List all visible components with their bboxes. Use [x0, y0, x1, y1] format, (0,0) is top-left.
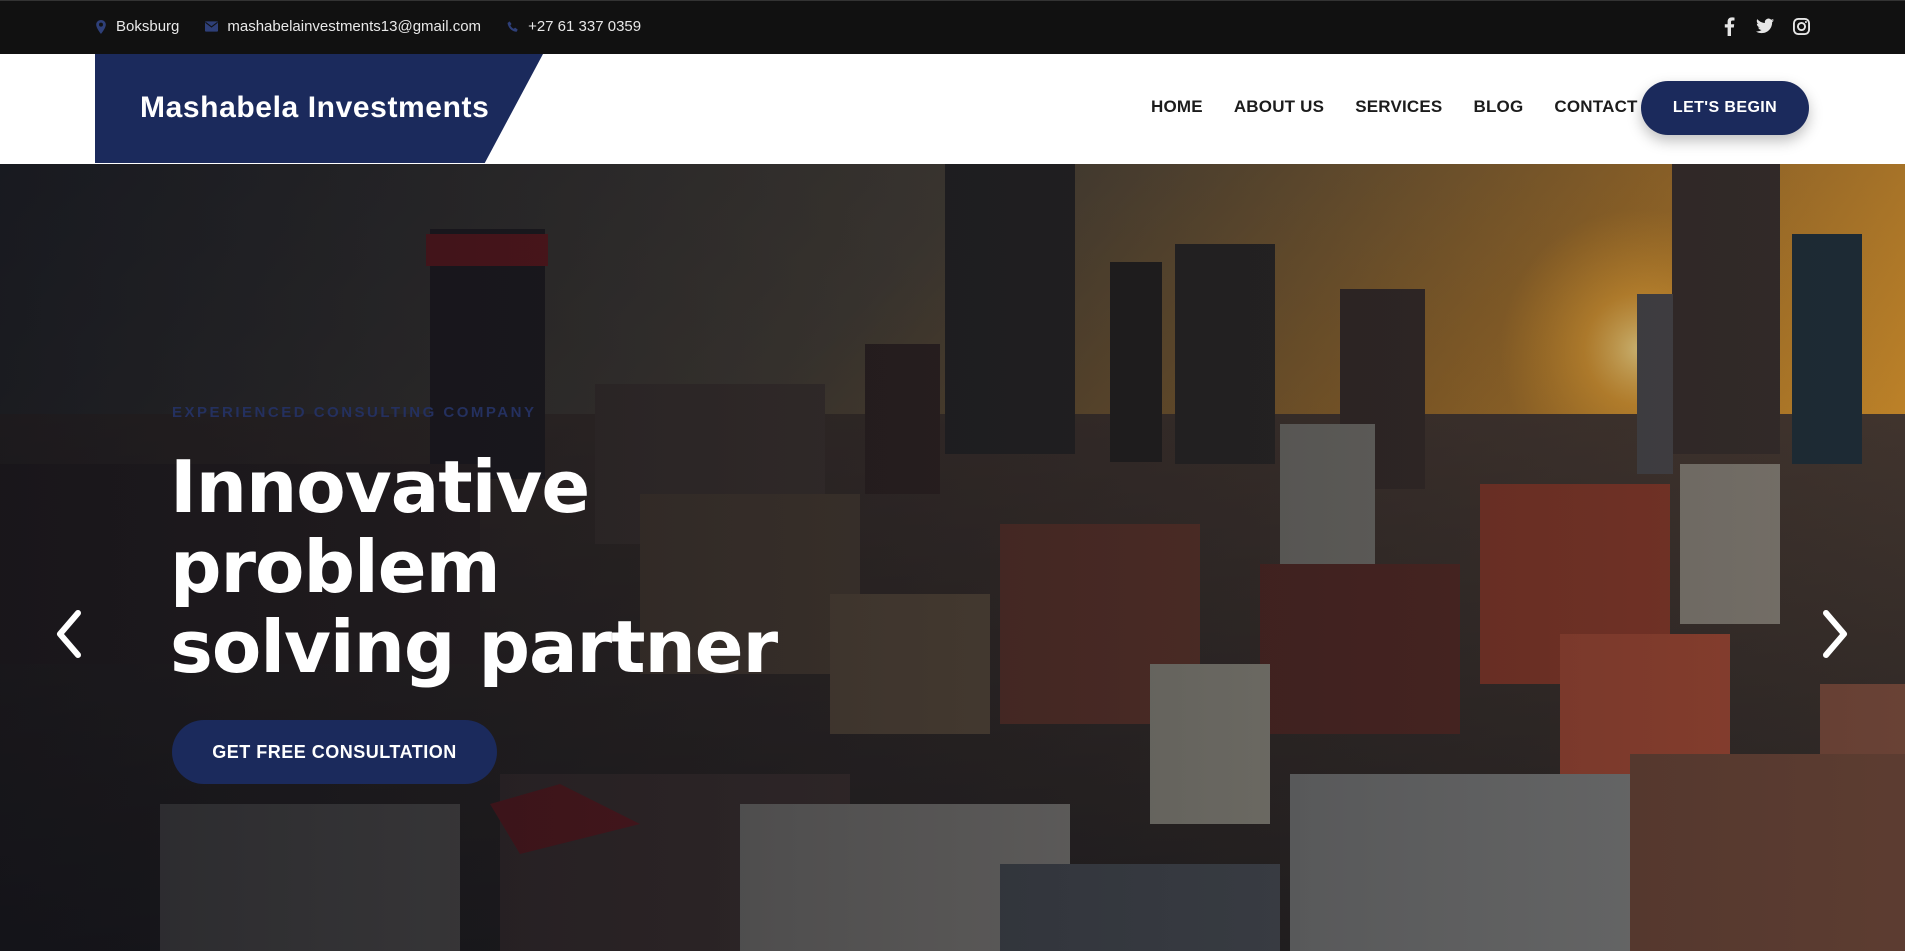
main-navbar: Mashabela Investments HOME ABOUT US SERV… [0, 54, 1905, 164]
hero-eyebrow: EXPERIENCED CONSULTING COMPANY [172, 404, 537, 421]
free-consultation-button[interactable]: GET FREE CONSULTATION [172, 720, 497, 784]
hero-headline: Innovative problem solving partner [170, 447, 810, 687]
nav-blog[interactable]: BLOG [1473, 97, 1523, 117]
facebook-icon[interactable] [1720, 16, 1738, 36]
phone-icon [507, 20, 518, 32]
location-text: Boksburg [116, 18, 180, 35]
social-links [1720, 16, 1810, 36]
nav-contact[interactable]: CONTACT [1554, 97, 1637, 117]
headline-line-3: solving partner [170, 605, 778, 689]
map-pin-icon [96, 19, 106, 34]
brand-name[interactable]: Mashabela Investments [140, 91, 489, 125]
envelope-icon [205, 21, 219, 32]
hero-slider: EXPERIENCED CONSULTING COMPANY Innovativ… [0, 164, 1905, 951]
twitter-icon[interactable] [1756, 16, 1774, 36]
instagram-icon[interactable] [1792, 16, 1810, 36]
email-link[interactable]: mashabelainvestments13@gmail.com [227, 18, 481, 35]
primary-nav: HOME ABOUT US SERVICES BLOG CONTACT [1151, 97, 1638, 117]
headline-line-2: problem [170, 525, 501, 609]
chevron-right-icon[interactable] [1820, 609, 1850, 659]
brand-logo[interactable]: Mashabela Investments [95, 54, 543, 163]
top-contact-bar: Boksburg mashabelainvestments13@gmail.co… [0, 0, 1905, 54]
email-item[interactable]: mashabelainvestments13@gmail.com [205, 18, 481, 35]
phone-link[interactable]: +27 61 337 0359 [528, 18, 641, 35]
headline-line-1: Innovative [170, 445, 590, 529]
nav-home[interactable]: HOME [1151, 97, 1203, 117]
location-item: Boksburg [95, 18, 179, 35]
nav-about-us[interactable]: ABOUT US [1234, 97, 1324, 117]
contact-info: Boksburg mashabelainvestments13@gmail.co… [95, 18, 641, 35]
lets-begin-button[interactable]: LET'S BEGIN [1641, 81, 1809, 135]
nav-services[interactable]: SERVICES [1355, 97, 1442, 117]
phone-item[interactable]: +27 61 337 0359 [507, 18, 641, 35]
chevron-left-icon[interactable] [54, 609, 84, 659]
